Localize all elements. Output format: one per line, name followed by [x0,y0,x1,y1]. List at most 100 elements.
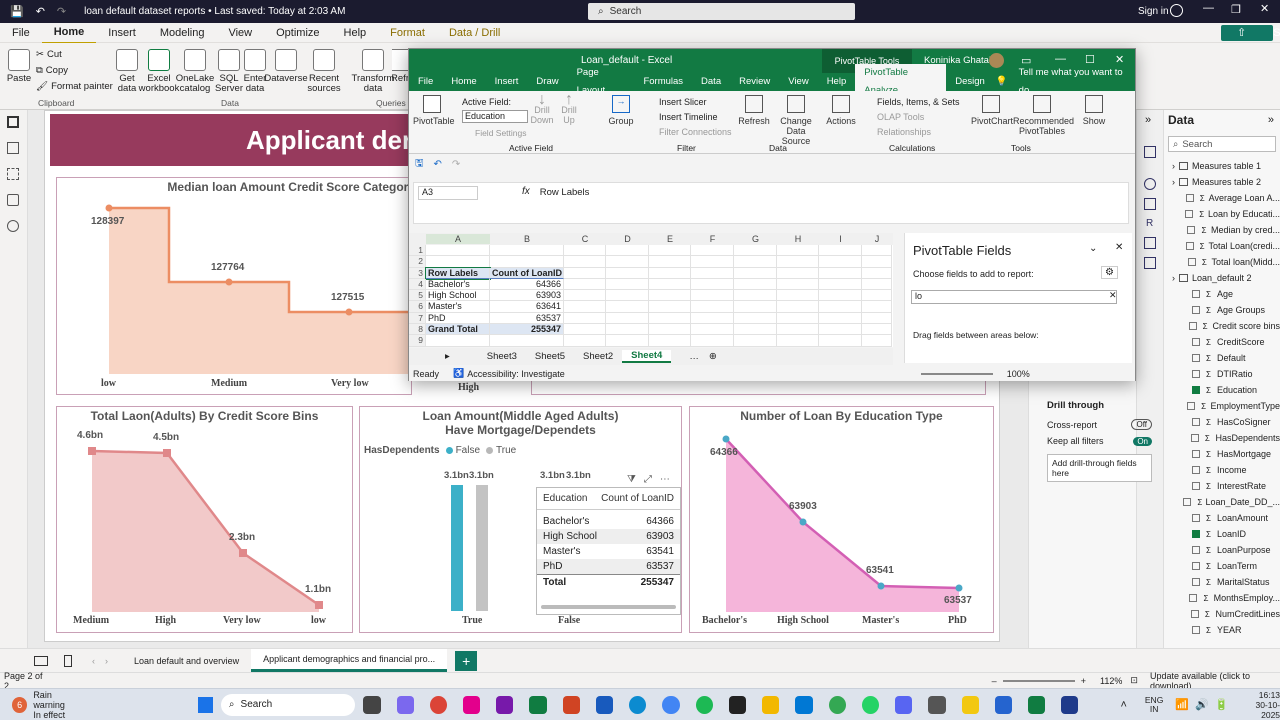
grid-cell[interactable] [606,301,649,313]
refresh-button[interactable]: Refresh [737,95,771,126]
field-checkbox[interactable] [1183,498,1192,506]
table-view-icon[interactable] [7,142,19,154]
grid-cell[interactable] [819,256,862,268]
app2-icon[interactable] [728,695,747,714]
viz-py-icon[interactable] [1144,237,1156,249]
row-header[interactable]: 1 [409,245,426,257]
zoom-level[interactable]: 100% [1007,369,1030,379]
insert-timeline-button[interactable]: Insert Timeline [659,112,718,122]
grid-cell[interactable] [777,278,819,291]
grid-cell[interactable] [819,335,862,347]
grid-cell[interactable] [426,245,490,257]
name-box[interactable]: A3 [418,186,478,200]
field-checkbox[interactable] [1185,210,1194,218]
grid-cell[interactable] [490,256,564,268]
mobile-view-icon[interactable] [64,654,72,667]
xl-tab-view[interactable]: View [779,73,817,91]
field-checkbox[interactable] [1192,482,1200,490]
chart-total-loan-bins[interactable]: Total Laon(Adults) By Credit Score Bins … [56,406,353,633]
sheet-tab-active[interactable]: Sheet4 [622,350,672,363]
zoom-level[interactable]: 112% [1100,676,1122,686]
active-field-input[interactable]: Education [462,110,528,123]
formula-input[interactable]: Row Labels [540,187,590,198]
field-checkbox[interactable] [1192,546,1200,554]
grid-cell[interactable] [649,290,691,302]
field-item[interactable]: Σ HasMortgage [1168,446,1280,462]
grid-cell[interactable]: High School [426,290,490,302]
signin-link[interactable]: Sign in [1138,6,1169,17]
refresh-partial-button[interactable]: Refr [392,49,408,84]
grid-cell[interactable]: Master's [426,301,490,313]
grid-cell[interactable] [777,324,819,336]
data-pane-search[interactable]: ⌕ Search [1168,136,1276,152]
volume-icon[interactable]: 🔊 [1195,698,1209,711]
grid-cell[interactable] [862,312,892,325]
pivottable-button[interactable]: PivotTable [413,95,455,126]
column-header[interactable]: G [734,234,777,244]
field-item[interactable]: Σ MonthsEmploy... [1168,590,1280,606]
grid-cell[interactable]: 63641 [490,301,564,313]
grid-cell[interactable] [777,245,819,257]
pivot-fields-search[interactable]: lo [911,290,1117,304]
grid-cell[interactable]: Row Labels [425,266,491,280]
field-item[interactable]: Σ Total Loan(credi... [1168,238,1280,254]
viz-table-icon[interactable] [1144,198,1156,210]
xl-tab-insert[interactable]: Insert [486,73,528,91]
grid-cell[interactable] [819,324,862,336]
xl-tab-review[interactable]: Review [730,73,779,91]
grid-cell[interactable] [606,312,649,325]
redo-icon[interactable]: ↷ [57,5,66,18]
grid-cell[interactable] [649,301,691,313]
get-data-button[interactable]: Get data [112,49,142,94]
xl-tab-draw[interactable]: Draw [527,73,567,91]
grid-cell[interactable] [564,335,606,347]
field-checkbox[interactable] [1187,258,1196,266]
grid-cell[interactable] [734,335,777,347]
format-painter-button[interactable]: 🖌 Format painter [36,81,113,92]
menu-modeling[interactable]: Modeling [148,23,217,43]
xl-tab-help[interactable]: Help [818,73,856,91]
grid-cell[interactable] [862,301,892,313]
chrome2-icon[interactable] [828,695,846,714]
field-item[interactable]: Σ HasCoSigner [1168,414,1280,430]
grid-cell[interactable] [564,245,606,257]
table-row[interactable]: Master's 63541 [537,544,680,559]
sheet-tab[interactable]: Sheet2 [574,351,622,362]
xl-tab-design[interactable]: Design [946,73,994,91]
grid-cell[interactable] [426,256,490,268]
grid-cell[interactable] [564,256,606,268]
drill-down-button[interactable]: ↓ Drill Down [530,92,554,126]
column-header[interactable]: A [426,234,490,244]
xl-tab-home[interactable]: Home [442,73,485,91]
field-item[interactable]: Σ Total loan(Midd... [1168,254,1280,270]
grid-cell[interactable]: 63903 [490,290,564,302]
menu-insert[interactable]: Insert [96,23,148,43]
field-item[interactable]: Σ EmploymentType [1168,398,1280,414]
grid-cell[interactable] [564,278,606,291]
grid-cell[interactable] [606,324,649,336]
field-checkbox[interactable] [1192,354,1200,362]
recent-sources-button[interactable]: Recent sources [306,49,342,94]
app-icon[interactable] [463,695,481,714]
grid-cell[interactable] [691,256,734,268]
language-indicator[interactable]: ENG IN [1145,695,1163,714]
enter-data-button[interactable]: Enter data [242,49,268,94]
dataverse-button[interactable]: Dataverse [264,49,308,84]
excel-taskbar-icon[interactable] [529,695,547,714]
tmdl-view-icon[interactable] [7,220,19,232]
field-checkbox[interactable] [1192,626,1200,634]
pivotchart-button[interactable]: PivotChart [971,95,1013,126]
field-checkbox[interactable] [1187,402,1196,410]
grid-cell[interactable] [777,312,819,325]
save-icon[interactable]: 🖫 [415,156,424,173]
onelake-button[interactable]: OneLake catalog [176,49,214,94]
page-tab-active[interactable]: Applicant demographics and financial pro… [251,649,448,672]
discord-icon[interactable] [895,695,913,714]
wifi-icon[interactable]: 📶 [1175,698,1189,711]
copy-button[interactable]: ⧉ Copy [36,65,68,76]
grid-cell[interactable]: 255347 [490,324,564,336]
olap-tools-button[interactable]: OLAP Tools [877,112,924,122]
field-checkbox[interactable] [1192,338,1200,346]
grid-cell[interactable] [819,301,862,313]
expand-chevron-icon[interactable]: › [1172,161,1175,171]
